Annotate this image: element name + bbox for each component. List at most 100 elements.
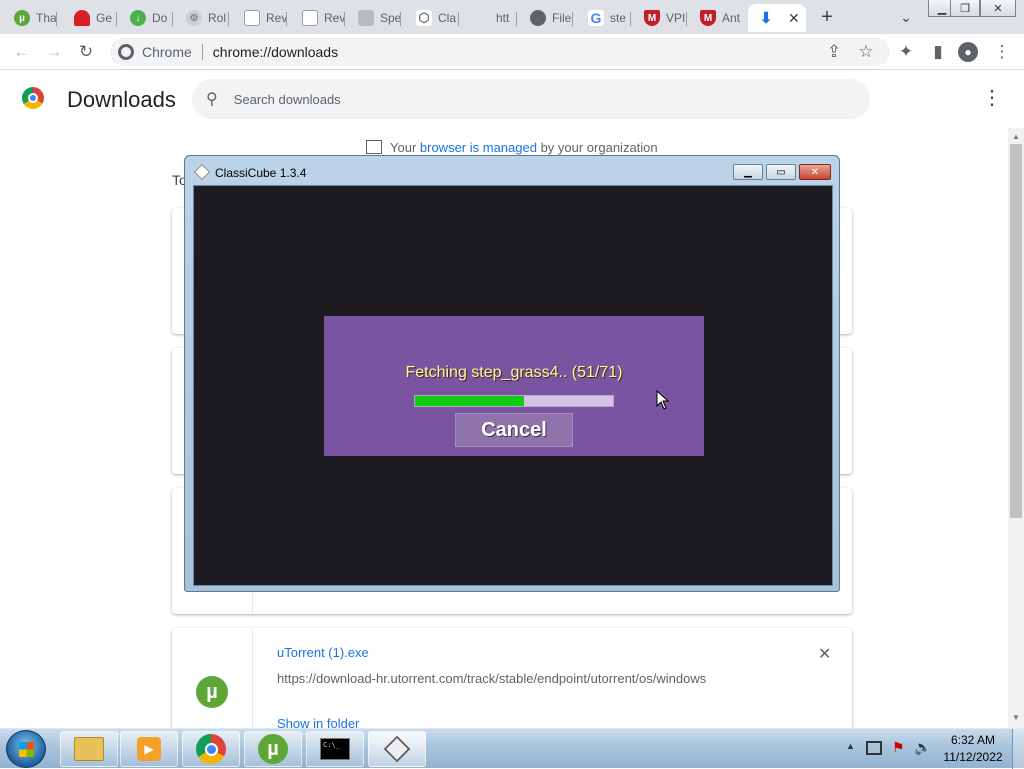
tab-6[interactable]: Spe — [344, 4, 401, 32]
page-icon — [244, 10, 260, 26]
tab-0[interactable]: µ Tha — [0, 4, 57, 32]
tab-search-button[interactable]: ⌄ — [896, 6, 916, 28]
remove-download-icon[interactable]: ✕ — [818, 644, 831, 664]
search-downloads-field[interactable]: ⚲ Search downloads — [192, 79, 870, 119]
cmd-icon: C:\_ — [320, 738, 350, 760]
utorrent-icon: µ — [258, 734, 288, 764]
close-window-button[interactable]: ✕ — [799, 164, 831, 180]
taskbar-classicube[interactable] — [368, 731, 426, 767]
tab-active-downloads[interactable]: ⬇ ✕ — [748, 4, 806, 32]
scroll-down-icon[interactable]: ▼ — [1012, 713, 1020, 722]
tab-label: Ant — [722, 11, 741, 25]
game-viewport[interactable]: Fetching step_grass4.. (51/71) Cancel — [193, 185, 833, 586]
forward-icon[interactable]: → — [44, 42, 64, 62]
managed-prefix: Your — [390, 140, 420, 155]
bookmark-star-icon[interactable]: ☆ — [856, 42, 876, 62]
menu-icon[interactable]: ⋮ — [992, 42, 1012, 62]
loading-dialog: Fetching step_grass4.. (51/71) Cancel — [324, 316, 704, 456]
card-divider — [252, 628, 253, 738]
taskbar-media-player[interactable]: ▶ — [120, 731, 178, 767]
download-filename[interactable]: uTorrent (1).exe — [277, 645, 369, 660]
volume-icon[interactable]: 🔈 — [914, 739, 931, 756]
taskbar-utorrent[interactable]: µ — [244, 731, 302, 767]
taskbar-cmd[interactable]: C:\_ — [306, 731, 364, 767]
tab-label: htt — [496, 11, 510, 25]
utorrent-icon: µ — [14, 10, 30, 26]
share-icon[interactable]: ⇪ — [824, 42, 844, 62]
gear-icon: ⚙ — [186, 10, 202, 26]
classicube-icon — [383, 735, 411, 763]
download-card-utorrent: µ uTorrent (1).exe https://download-hr.u… — [172, 628, 852, 738]
ghost-icon — [74, 10, 90, 26]
disk-icon — [358, 10, 374, 26]
tab-9[interactable]: File — [516, 4, 573, 32]
taskbar-explorer[interactable] — [60, 731, 118, 767]
tab-11[interactable]: M VPI — [630, 4, 687, 32]
tab-label: Cla — [438, 11, 457, 25]
close-tab-icon[interactable]: ✕ — [788, 10, 800, 27]
taskbar-chrome[interactable] — [182, 731, 240, 767]
tab-label: Tha — [36, 11, 57, 25]
managed-suffix: by your organization — [536, 140, 658, 155]
address-bar[interactable]: Chrome chrome://downloads — [110, 38, 890, 66]
tab-12[interactable]: M Ant — [686, 4, 746, 32]
progress-fill — [415, 396, 524, 406]
restore-button[interactable]: ❐ — [950, 0, 980, 17]
media-player-icon: ▶ — [137, 737, 161, 761]
maximize-button[interactable]: ▭ — [766, 164, 796, 180]
tab-strip: µ Tha Ge ↓ Do ⚙ Rol Rev Rev Spe ⬡ Cla ht… — [0, 0, 1024, 34]
shield-icon: M — [644, 10, 660, 26]
tab-label: File — [552, 11, 572, 25]
minimize-button[interactable]: ▁ — [733, 164, 763, 180]
chrome-logo-icon — [22, 87, 44, 109]
close-window-button[interactable]: ✕ — [980, 0, 1016, 17]
managed-link[interactable]: browser is managed — [420, 140, 537, 155]
folder-icon — [74, 737, 104, 761]
reload-icon[interactable]: ↻ — [76, 42, 96, 62]
tab-1[interactable]: Ge — [60, 4, 117, 32]
google-icon: G — [588, 10, 604, 26]
tab-5[interactable]: Rev — [288, 4, 345, 32]
tab-4[interactable]: Rev — [230, 4, 287, 32]
loading-progress-bar — [414, 395, 614, 407]
chrome-icon — [118, 44, 134, 60]
scrollbar-thumb[interactable] — [1010, 144, 1022, 518]
tab-8[interactable]: htt — [460, 4, 517, 32]
building-icon — [366, 140, 382, 154]
network-icon[interactable] — [866, 741, 882, 755]
back-icon[interactable]: ← — [12, 42, 32, 62]
start-button[interactable] — [6, 730, 46, 768]
tab-3[interactable]: ⚙ Rol — [172, 4, 229, 32]
page-title: Downloads — [67, 87, 176, 112]
scroll-up-icon[interactable]: ▲ — [1012, 132, 1020, 141]
downloads-menu-icon[interactable]: ⋮ — [982, 85, 1002, 111]
tab-label: Rev — [266, 11, 287, 25]
new-tab-button[interactable]: + — [816, 6, 838, 28]
tab-2[interactable]: ↓ Do — [116, 4, 173, 32]
download-url: https://download-hr.utorrent.com/track/s… — [277, 671, 707, 686]
site-label: Chrome — [142, 44, 192, 60]
cmd-text: C:\_ — [323, 741, 340, 749]
tab-label: VPI — [666, 11, 686, 25]
classicube-icon — [194, 164, 210, 180]
action-center-icon[interactable]: ⚑ — [892, 739, 905, 756]
extensions-icon[interactable]: ✦ — [896, 42, 916, 62]
download-icon: ↓ — [130, 10, 146, 26]
tab-label: Spe — [380, 11, 401, 25]
tab-7[interactable]: ⬡ Cla — [402, 4, 459, 32]
windows-taskbar: ▶ µ C:\_ ▲ ⚑ 🔈 6:32 AM 11/12/2022 — [0, 728, 1024, 769]
globe-icon — [530, 10, 546, 26]
managed-notice: Your browser is managed by your organiza… — [366, 140, 658, 155]
loading-status: Fetching step_grass4.. (51/71) — [405, 364, 623, 381]
show-desktop-button[interactable] — [1012, 729, 1024, 769]
classicube-window: ClassiCube 1.3.4 ▁ ▭ ✕ Fetching step_gra… — [184, 155, 840, 592]
window-title: ClassiCube 1.3.4 — [215, 166, 307, 180]
side-panel-icon[interactable]: ▮ — [928, 42, 948, 62]
search-icon: ⚲ — [206, 91, 218, 108]
show-hidden-icons[interactable]: ▲ — [846, 741, 855, 751]
tab-10[interactable]: G ste — [574, 4, 631, 32]
cancel-button[interactable]: Cancel — [455, 413, 573, 447]
clock[interactable]: 6:32 AM 11/12/2022 — [938, 733, 1008, 764]
profile-icon[interactable]: ● — [958, 42, 978, 62]
page-scrollbar[interactable]: ▲ ▼ — [1008, 128, 1024, 728]
